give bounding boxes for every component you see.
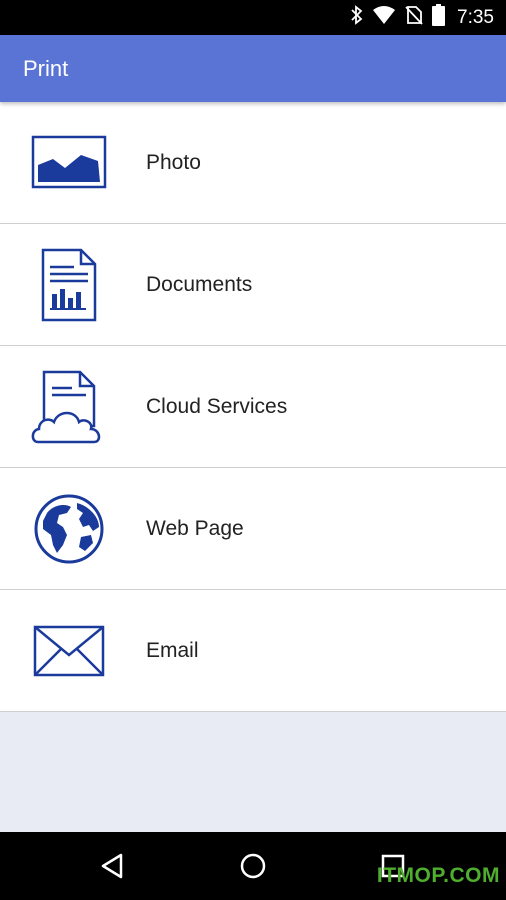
watermark: ITMOP.COM — [376, 864, 500, 887]
app-bar: Print — [0, 35, 506, 102]
menu-item-email[interactable]: Email — [0, 590, 506, 712]
menu-item-documents[interactable]: Documents — [0, 224, 506, 346]
globe-icon — [30, 490, 108, 568]
menu-item-photo[interactable]: Photo — [0, 102, 506, 224]
status-bar: 7:35 — [0, 0, 506, 35]
home-icon[interactable] — [223, 832, 283, 900]
no-sim-icon — [404, 5, 424, 30]
document-icon — [30, 246, 108, 324]
status-time: 7:35 — [457, 6, 494, 28]
menu-item-label: Email — [146, 639, 199, 662]
menu-item-cloud-services[interactable]: Cloud Services — [0, 346, 506, 468]
battery-icon — [432, 4, 446, 31]
menu-item-web-page[interactable]: Web Page — [0, 468, 506, 590]
system-nav-bar: ITMOP.COM — [0, 832, 506, 900]
status-icons: 7:35 — [350, 0, 494, 35]
bluetooth-icon — [350, 5, 364, 30]
photo-icon — [30, 124, 108, 202]
menu-item-label: Documents — [146, 273, 253, 296]
menu-item-label: Photo — [146, 151, 201, 174]
page-title: Print — [23, 56, 69, 81]
menu-item-label: Web Page — [146, 517, 244, 540]
wifi-icon — [372, 5, 396, 30]
back-icon[interactable] — [82, 832, 142, 900]
cloud-document-icon — [30, 368, 108, 446]
print-menu-list: Photo Documents Cloud Services Web Page … — [0, 102, 506, 712]
envelope-icon — [30, 612, 108, 690]
menu-item-label: Cloud Services — [146, 395, 288, 418]
